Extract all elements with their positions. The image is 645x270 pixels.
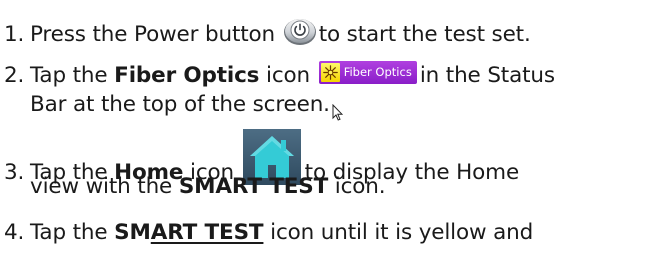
step-text-continuation: Bar at the top of the screen. bbox=[30, 92, 330, 117]
mouse-cursor-icon bbox=[332, 103, 344, 121]
step-2: 2. Tap the Fiber Optics icon Fiber Optics… bbox=[4, 60, 555, 89]
step-text: Press the Power button bbox=[30, 22, 275, 47]
step-1: 1. Press the Power button to start the te… bbox=[4, 19, 531, 50]
step-4: 4. Tap the SMART TEST icon until it is ye… bbox=[4, 220, 533, 246]
bold-term-fiber-optics: Fiber Optics bbox=[114, 63, 260, 88]
step-3-continuation: view with the SMART TEST icon. bbox=[30, 174, 386, 200]
fiber-optics-status-icon: Fiber Optics bbox=[318, 60, 417, 84]
step-text-after: icon. bbox=[334, 174, 386, 199]
instruction-document: 1. Press the Power button to start the te… bbox=[0, 0, 645, 270]
sun-icon bbox=[320, 62, 340, 82]
step-text: Tap the bbox=[30, 220, 108, 245]
step-text-after: icon until it is yellow and bbox=[270, 220, 534, 245]
step-2-continuation: Bar at the top of the screen. bbox=[30, 92, 330, 118]
bold-term-smart-test: SMART TEST bbox=[114, 220, 263, 245]
step-text-mid: icon bbox=[266, 63, 311, 88]
power-button-icon bbox=[283, 16, 317, 46]
bold-term-part: SM bbox=[114, 220, 151, 245]
step-number: 3. bbox=[4, 160, 25, 185]
step-text: view with the bbox=[30, 174, 173, 199]
step-number: 1. bbox=[4, 22, 25, 47]
step-number: 2. bbox=[4, 63, 25, 88]
bold-term-smart-test: SMART TEST bbox=[178, 174, 329, 199]
step-text: Tap the bbox=[30, 63, 108, 88]
step-text-after: to start the test set. bbox=[318, 22, 531, 47]
step-text-after: in the Status bbox=[419, 63, 555, 88]
fiber-optics-icon-label: Fiber Optics bbox=[343, 65, 412, 79]
bold-term-part-underlined: ART TEST bbox=[150, 220, 264, 245]
step-number: 4. bbox=[4, 220, 25, 245]
